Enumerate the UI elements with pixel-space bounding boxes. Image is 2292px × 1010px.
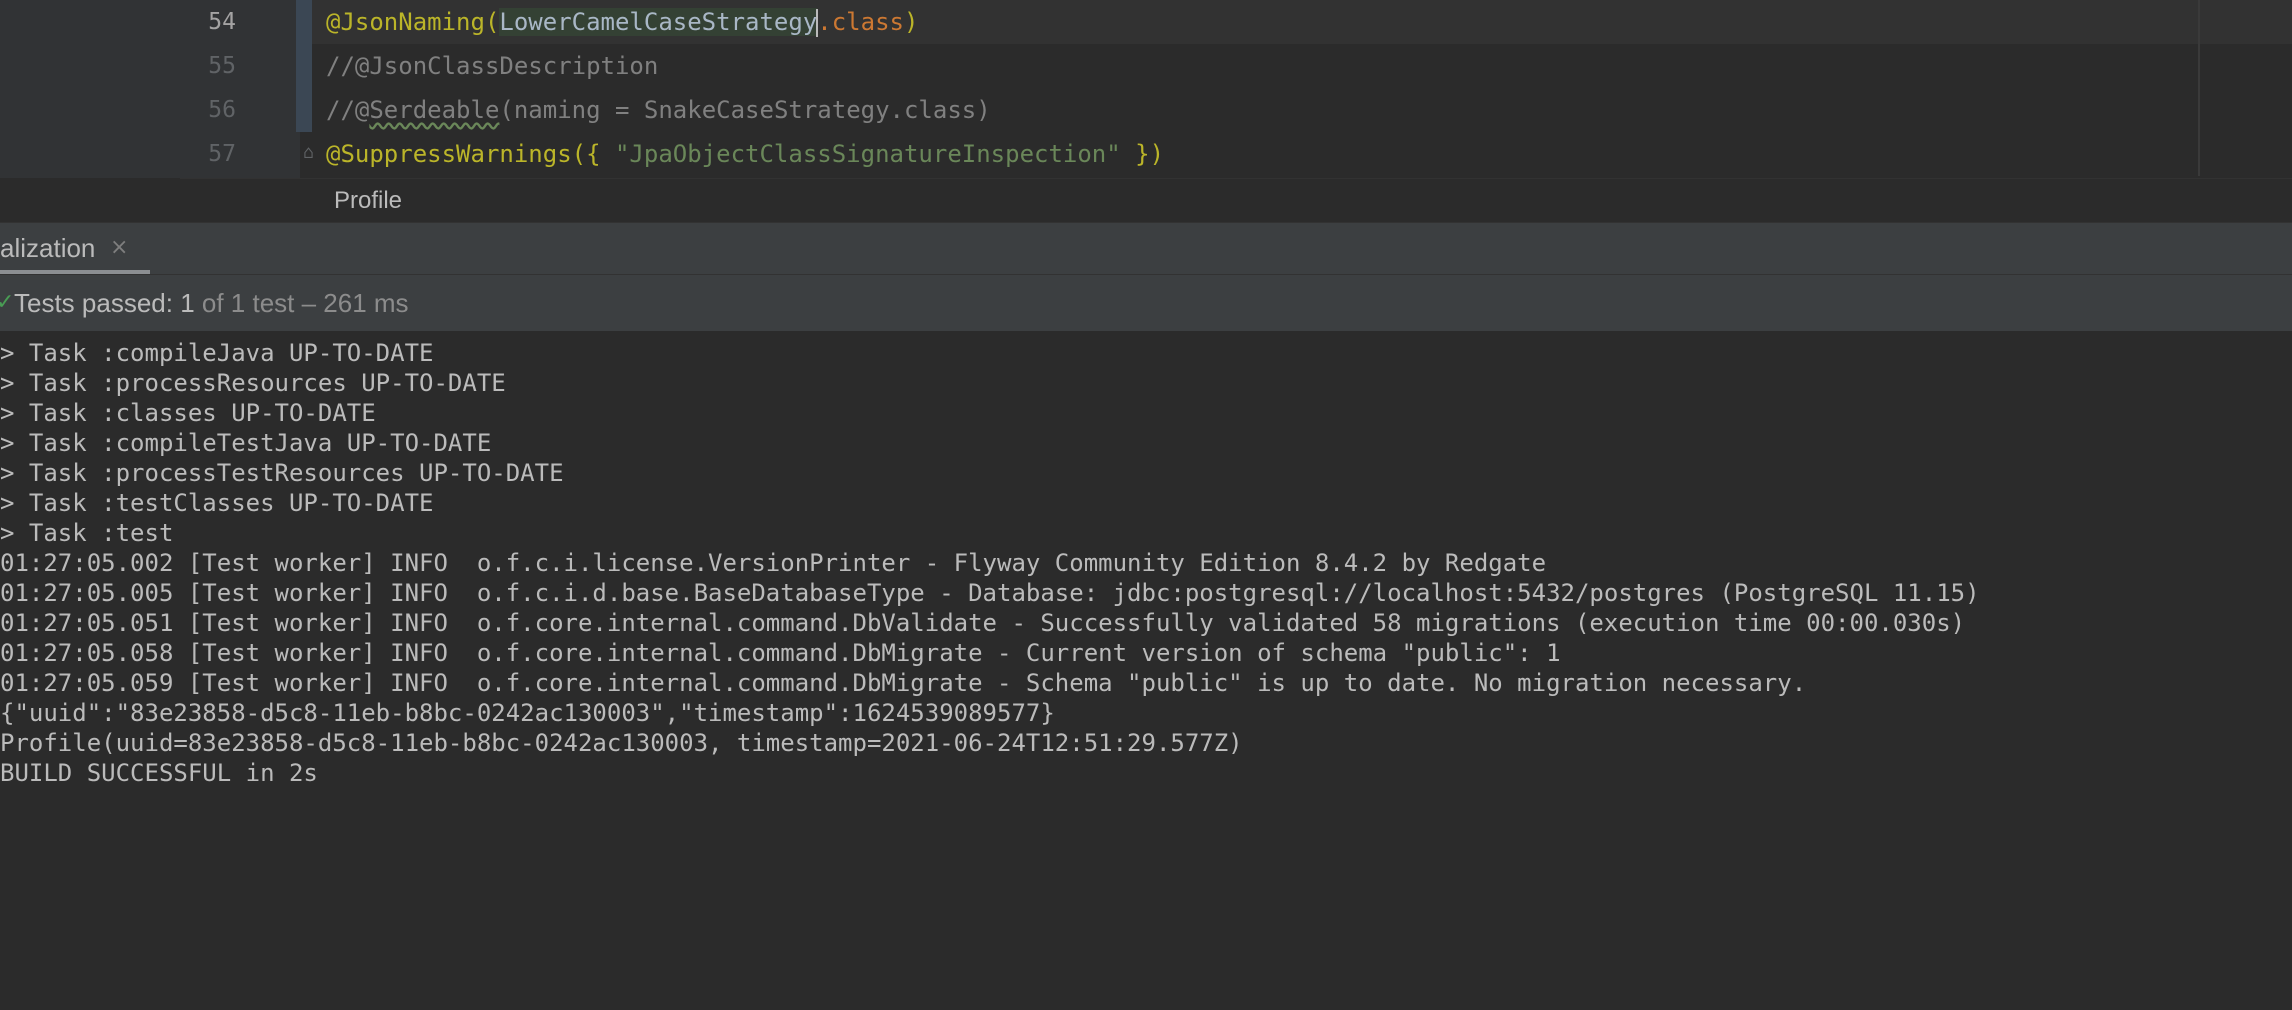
tab-label: alization	[0, 233, 96, 263]
tests-passed-label: Tests passed: 1	[14, 288, 195, 318]
annotation-token: })	[1120, 140, 1165, 168]
code-text[interactable]: @JsonNaming(LowerCamelCaseStrategy.class…	[326, 0, 918, 44]
code-editor[interactable]: 54 @JsonNaming(LowerCamelCaseStrategy.cl…	[0, 0, 2292, 178]
tab-run-configuration[interactable]: alization ×	[0, 223, 150, 275]
comment-token[interactable]: //@JsonClassDescription	[326, 44, 658, 88]
test-status-text: Tests passed: 1 of 1 test – 261 ms	[14, 275, 409, 331]
close-icon[interactable]: ×	[110, 223, 128, 273]
string-token: "JpaObjectClassSignatureInspection"	[614, 140, 1121, 168]
run-tool-window-header: alization ×	[0, 222, 2292, 275]
code-text[interactable]: @SuppressWarnings({ "JpaObjectClassSigna…	[326, 132, 1164, 176]
annotation-token: )	[903, 8, 919, 36]
keyword-token: .class	[817, 8, 904, 36]
tests-detail: of 1 test – 261 ms	[194, 288, 409, 318]
test-status-bar: ✓ Tests passed: 1 of 1 test – 261 ms	[0, 274, 2292, 332]
check-icon: ✓	[0, 290, 15, 315]
ide-window: 54 @JsonNaming(LowerCamelCaseStrategy.cl…	[0, 0, 2292, 1010]
comment-token: //@	[326, 96, 370, 124]
line-number: 54	[208, 9, 236, 35]
annotation-token: @SuppressWarnings({	[326, 140, 615, 168]
code-line-54[interactable]: 54 @JsonNaming(LowerCamelCaseStrategy.cl…	[0, 0, 2292, 44]
spellcheck-token: Serdeable	[369, 96, 500, 124]
code-line-55[interactable]: 55 //@JsonClassDescription	[0, 44, 2292, 88]
highlighted-identifier: LowerCamelCaseStrategy	[499, 8, 818, 36]
fold-icon[interactable]: ⌂	[303, 144, 314, 162]
line-number: 56	[208, 97, 236, 123]
annotation-token: @JsonNaming(	[326, 8, 500, 36]
console-output[interactable]: > Task :compileJava UP-TO-DATE > Task :p…	[0, 331, 2292, 1010]
comment-token: (naming = SnakeCaseStrategy.class)	[499, 96, 991, 124]
line-number: 57	[208, 141, 236, 167]
line-number: 55	[208, 53, 236, 79]
breadcrumb-item-profile[interactable]: Profile	[334, 179, 402, 223]
breadcrumb: Profile	[180, 178, 2292, 223]
code-text[interactable]: //@Serdeable(naming = SnakeCaseStrategy.…	[326, 88, 991, 132]
console-line: BUILD SUCCESSFUL in 2s	[0, 759, 318, 787]
code-line-57[interactable]: 57 @SuppressWarnings({ "JpaObjectClassSi…	[0, 132, 2292, 176]
code-line-56[interactable]: 56 //@Serdeable(naming = SnakeCaseStrate…	[0, 88, 2292, 132]
